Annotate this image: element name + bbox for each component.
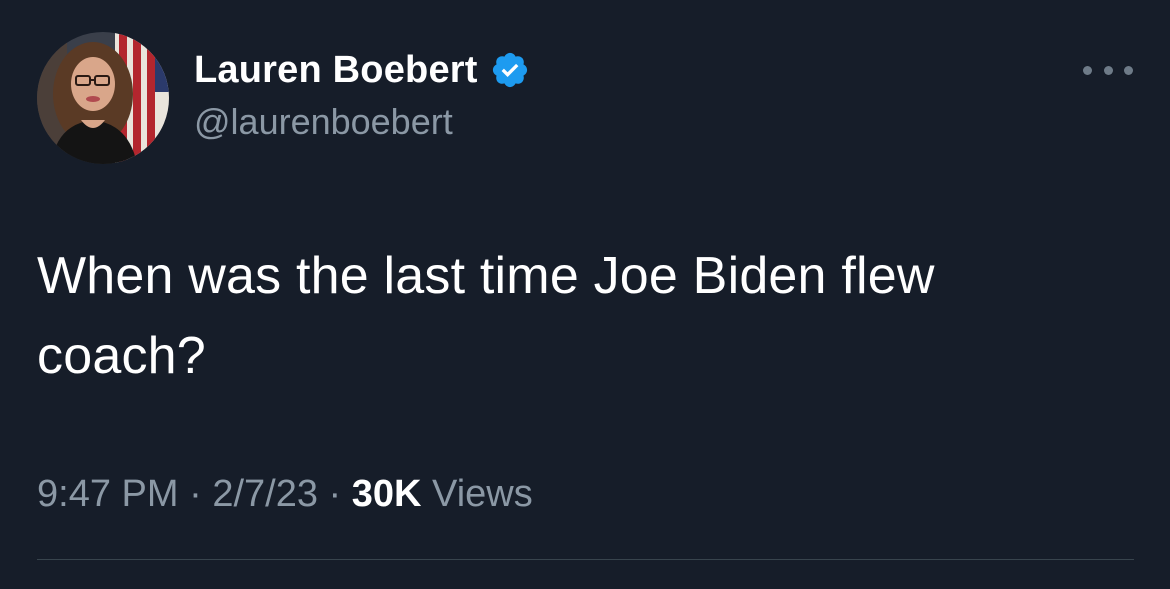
divider — [37, 559, 1134, 560]
tweet-meta: 9:47 PM · 2/7/23 · 30K Views — [37, 473, 533, 516]
more-options-icon[interactable] — [1083, 58, 1133, 82]
profile-photo-icon — [37, 32, 169, 164]
author-handle[interactable]: @laurenboebert — [194, 101, 453, 143]
tweet-time[interactable]: 9:47 PM — [37, 473, 179, 515]
verified-badge-icon — [490, 50, 530, 90]
avatar[interactable] — [37, 32, 169, 164]
tweet-card: Lauren Boebert @laurenboebert When was t… — [0, 0, 1170, 589]
views-count[interactable]: 30K — [352, 473, 422, 515]
dot-icon — [1083, 65, 1092, 75]
tweet-text-line: When was the last time Joe Biden flew — [37, 247, 935, 305]
tweet-text: When was the last time Joe Biden flew co… — [37, 236, 1137, 396]
author-name-row[interactable]: Lauren Boebert — [194, 46, 530, 94]
dot-icon — [1124, 65, 1133, 75]
tweet-text-line: coach? — [37, 327, 206, 385]
dot-icon — [1103, 65, 1113, 75]
tweet-date[interactable]: 2/7/23 — [212, 473, 318, 515]
separator: · — [189, 473, 202, 515]
display-name[interactable]: Lauren Boebert — [194, 49, 478, 92]
views-label[interactable]: Views — [432, 473, 533, 515]
separator: · — [328, 473, 342, 515]
